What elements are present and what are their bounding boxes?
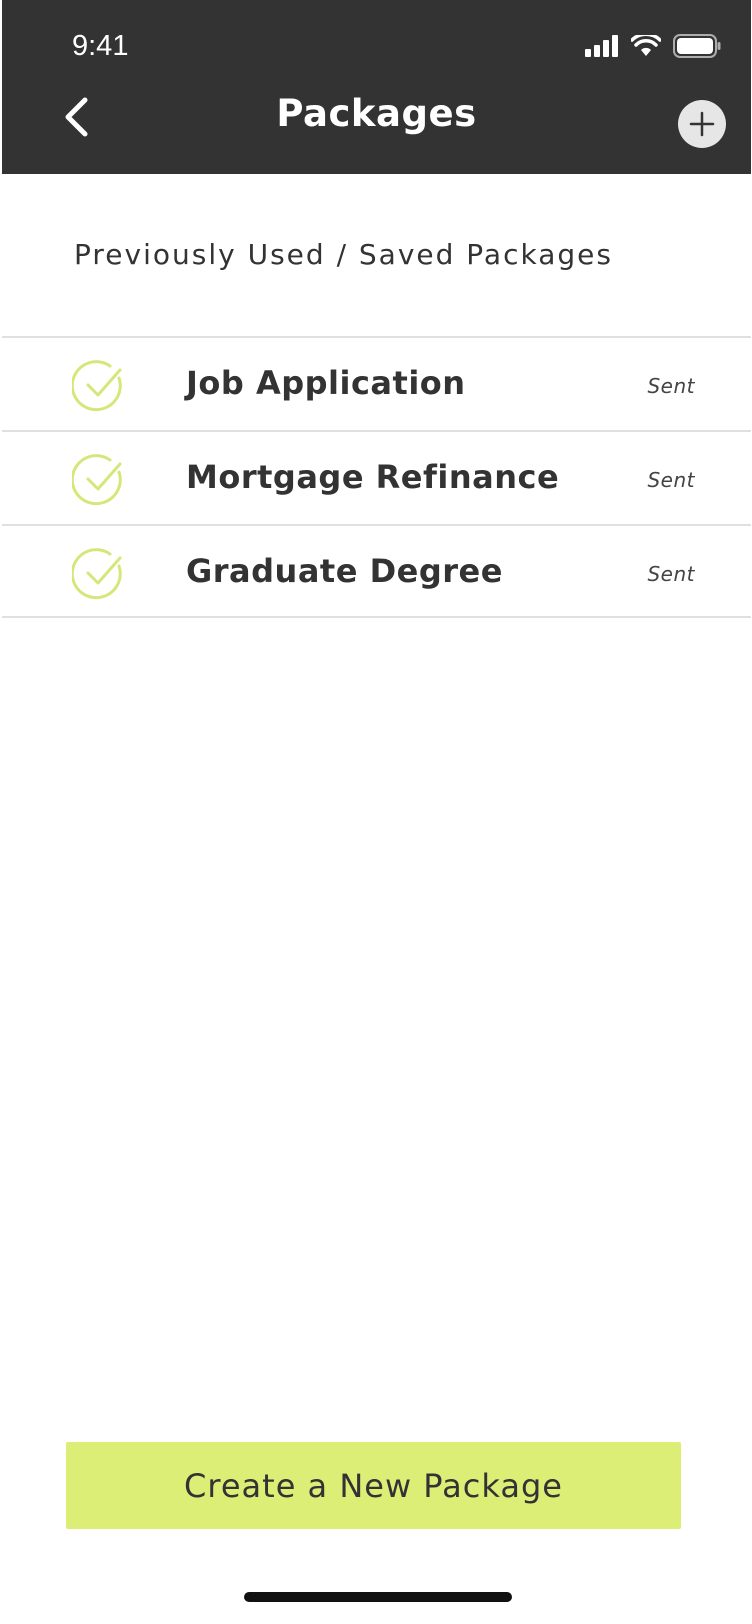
package-name: Graduate Degree [186,552,503,590]
wifi-icon [631,35,661,56]
status-time: 9:41 [72,30,129,62]
package-item-mortgage-refinance[interactable]: Mortgage Refinance Sent [2,430,751,524]
package-item-job-application[interactable]: Job Application Sent [2,336,751,430]
home-indicator [244,1592,512,1602]
package-status: Sent [647,468,695,492]
signal-icon [585,35,618,57]
page-title: Packages [276,92,477,135]
section-heading: Previously Used / Saved Packages [74,238,613,271]
check-circle-icon [72,360,122,412]
package-status: Sent [647,374,695,398]
header-bar: 9:41 Packages [2,0,751,174]
packages-list: Job Application Sent Mortgage Refinance … [2,336,751,618]
package-item-graduate-degree[interactable]: Graduate Degree Sent [2,524,751,618]
check-circle-icon [72,454,122,506]
status-icons [585,32,721,60]
create-package-button[interactable]: Create a New Package [66,1442,681,1529]
package-name: Mortgage Refinance [186,458,560,496]
check-circle-icon [72,548,122,600]
battery-icon [673,34,721,58]
package-name: Job Application [186,364,466,402]
plus-icon [689,111,715,137]
package-status: Sent [647,562,695,586]
add-package-button[interactable] [678,100,726,148]
